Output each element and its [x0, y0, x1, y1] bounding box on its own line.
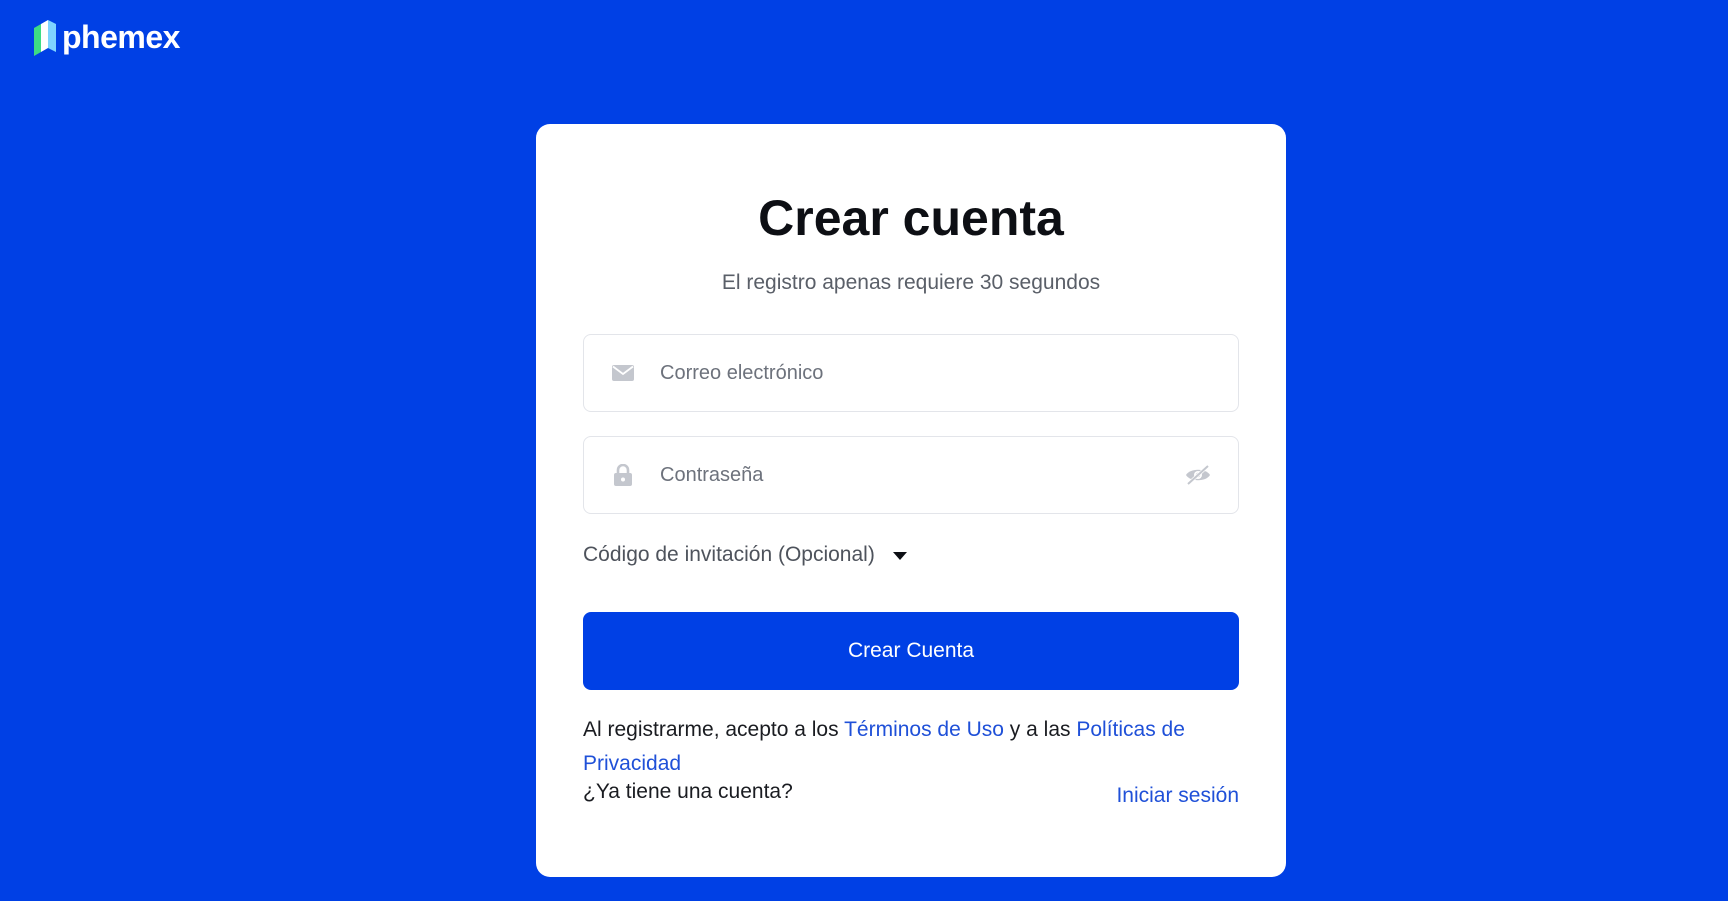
- phemex-logo-icon: [34, 20, 56, 56]
- email-field-container: [583, 334, 1239, 412]
- email-input[interactable]: [584, 335, 1238, 411]
- envelope-icon: [612, 362, 634, 384]
- eye-slash-icon[interactable]: [1184, 464, 1212, 486]
- terms-of-use-link[interactable]: Términos de Uso: [844, 718, 1004, 741]
- terms-prefix: Al registrarme, acepto a los: [583, 718, 845, 741]
- create-account-button[interactable]: Crear Cuenta: [583, 612, 1239, 690]
- brand-name: phemex: [62, 19, 180, 55]
- login-question: ¿Ya tiene una cuenta?: [583, 780, 793, 803]
- password-field-container: [583, 436, 1239, 514]
- brand-logo[interactable]: phemex: [32, 18, 180, 56]
- lock-icon: [612, 464, 634, 486]
- invite-code-label: Código de invitación (Opcional): [583, 543, 875, 566]
- page-subtitle: El registro apenas requiere 30 segundos: [721, 271, 1101, 294]
- terms-notice: Al registrarme, acepto a los Términos de…: [583, 713, 1239, 781]
- login-link[interactable]: Iniciar sesión: [1116, 781, 1239, 811]
- terms-middle: y a las: [1003, 718, 1077, 741]
- login-row: ¿Ya tiene una cuenta? Iniciar sesión: [583, 780, 1239, 811]
- invite-code-toggle[interactable]: Código de invitación (Opcional): [583, 542, 907, 568]
- caret-down-icon: [892, 552, 907, 560]
- password-input[interactable]: [584, 437, 1238, 513]
- signup-card: Crear cuenta El registro apenas requiere…: [536, 124, 1286, 877]
- page-title: Crear cuenta: [758, 190, 1064, 246]
